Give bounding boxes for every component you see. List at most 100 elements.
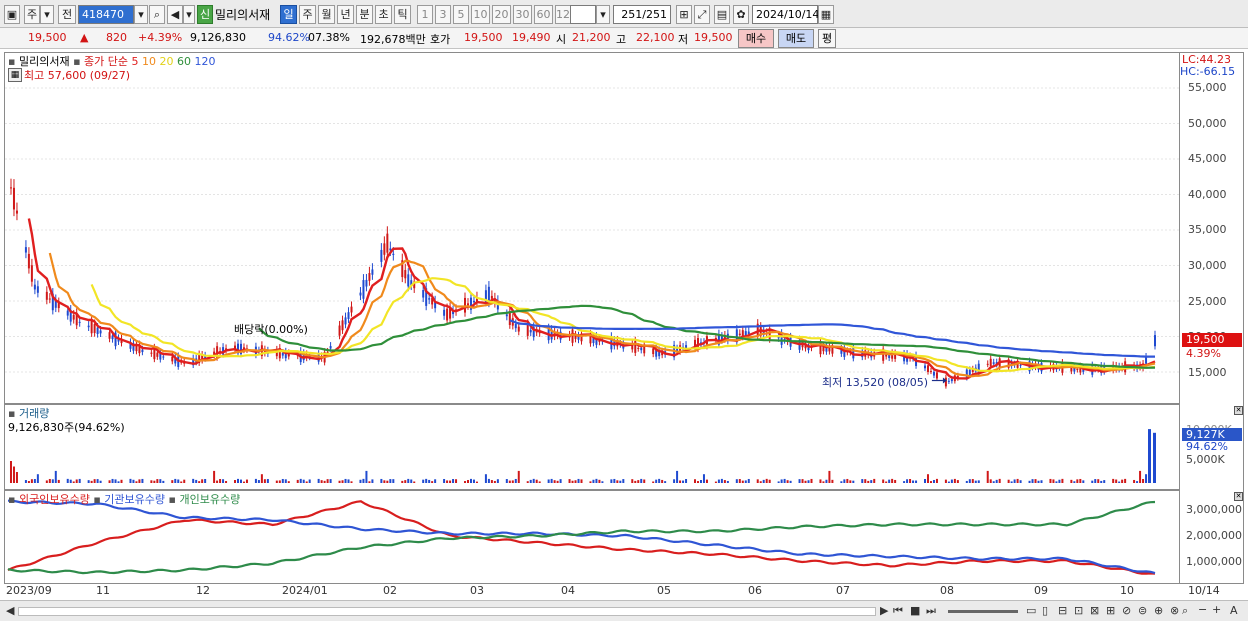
play-icon[interactable]: ▶ [880,604,888,617]
close-icon[interactable]: ✕ [1234,406,1243,415]
sell-button[interactable]: 매도 [778,29,814,48]
draw-icon[interactable]: ⤢ [694,5,710,24]
code-input[interactable]: 418470 [78,5,134,24]
market-select[interactable]: 주 [24,5,40,24]
candle-body [947,380,950,382]
volume-bar [535,479,538,483]
x-axis-label: 09 [1034,584,1048,597]
zoom-slider[interactable] [948,610,1018,613]
volume-bar [239,479,242,483]
x-axis-label: 05 [657,584,671,597]
unit-dropdown-icon[interactable]: ▾ [596,5,610,24]
volume-chart[interactable] [5,405,1180,489]
search-icon[interactable]: ⌕ [149,5,165,24]
rewind-icon[interactable]: ⏮ [893,604,903,618]
window-icon[interactable]: ▣ [4,5,20,24]
x-axis-label: 07 [836,584,850,597]
prev-button[interactable]: 전 [58,5,76,24]
market-dropdown-icon[interactable]: ▾ [40,5,54,24]
volume-bar [637,480,640,483]
volume-bar [362,478,365,483]
volume-bar [1016,478,1019,483]
lock-icon[interactable]: ⊞ [676,5,692,24]
candle-body [368,272,371,281]
candle-body [505,314,508,317]
stop-icon[interactable]: ■ [910,604,920,617]
interval-button[interactable]: 3 [435,5,451,24]
zoom-icon[interactable]: ⌕ [1182,604,1188,618]
volume-bar [236,478,239,483]
x-axis-label: 02 [383,584,397,597]
font-icon[interactable]: A [1230,604,1238,617]
period-tab[interactable]: 분 [356,5,373,24]
scroll-left-icon[interactable]: ◀ [6,604,14,617]
tool-icon[interactable]: ⊠ [1090,604,1099,617]
interval-button[interactable]: 10 [471,5,490,24]
close-icon[interactable]: ✕ [1234,492,1243,501]
volume-bar [1142,479,1145,483]
interval-button[interactable]: 5 [453,5,469,24]
volume-bar [487,478,490,483]
candle-body [111,335,114,340]
period-tab[interactable]: 월 [318,5,335,24]
zoom-in-icon[interactable]: + [1212,603,1221,616]
period-tab[interactable]: 초 [375,5,392,24]
period-tab[interactable]: 주 [299,5,316,24]
price-tick-label: 40,000 [1188,188,1227,201]
tool-icon[interactable]: ⊡ [1074,604,1083,617]
speaker-dropdown-icon[interactable]: ▾ [183,5,195,24]
volume-bar [472,479,475,483]
buy-button[interactable]: 매수 [738,29,774,48]
code-dropdown-icon[interactable]: ▾ [134,5,148,24]
volume-bar [765,478,768,483]
volume-bar [493,480,496,483]
price-chart[interactable] [5,53,1180,403]
interval-button[interactable]: 20 [492,5,511,24]
period-tab[interactable]: 틱 [394,5,411,24]
tool-icon[interactable]: ⊞ [1106,604,1115,617]
date-input[interactable]: 2024/10/14 [752,5,819,24]
x-axis-label: 2023/09 [6,584,52,597]
interval-button[interactable]: 60 [534,5,553,24]
holdings-legend: ▪ 외국인보유수량 ▪ 기관보유수량 ▪ 개인보유수량 [8,491,240,507]
period-tab[interactable]: 일 [280,5,297,24]
new-badge[interactable]: 신 [197,5,213,24]
volume-bar [1058,479,1061,483]
interval-button[interactable]: 30 [513,5,532,24]
hold-tick-1m: 1,000,000 [1186,555,1242,568]
volume-value: 9,126,830 [190,31,246,44]
volume-bar [840,481,843,483]
volume-bar [174,478,177,483]
calendar-icon[interactable]: ▦ [8,68,22,82]
forward-icon[interactable]: ⏭ [926,604,936,618]
tool-icon[interactable]: ⊗ [1170,604,1179,617]
volume-bar [595,478,598,483]
candle-body [1154,335,1156,347]
unit-input[interactable] [570,5,596,24]
period-tab[interactable]: 년 [337,5,354,24]
eval-button[interactable]: 평 [818,29,836,48]
layout-icon[interactable]: ▯ [1042,604,1048,617]
speaker-icon[interactable]: ◀ [167,5,183,24]
scrollbar[interactable] [18,607,876,616]
volume-bar [571,480,574,483]
tool-icon[interactable]: ⊘ [1122,604,1131,617]
volume-bar [828,470,831,483]
layout-icon[interactable]: ⊟ [1058,604,1067,617]
interval-button[interactable]: 1 [417,5,433,24]
layout-icon[interactable]: ▭ [1026,604,1036,617]
bid-label: 호가 [430,33,451,46]
volume-bar [278,480,281,483]
candle-body [637,347,640,349]
save-icon[interactable]: ▤ [714,5,730,24]
tool-icon[interactable]: ⊜ [1138,604,1147,617]
volume-bar [514,478,517,483]
count-input[interactable]: 251/251 [613,5,671,24]
calendar-icon[interactable]: ▦ [818,5,834,24]
tool-icon[interactable]: ⊕ [1154,604,1163,617]
gear-icon[interactable]: ✿ [733,5,749,24]
volume-bar [1133,479,1136,483]
volume-bar [380,478,383,483]
volume-bar [613,478,616,483]
zoom-out-icon[interactable]: − [1198,603,1207,616]
